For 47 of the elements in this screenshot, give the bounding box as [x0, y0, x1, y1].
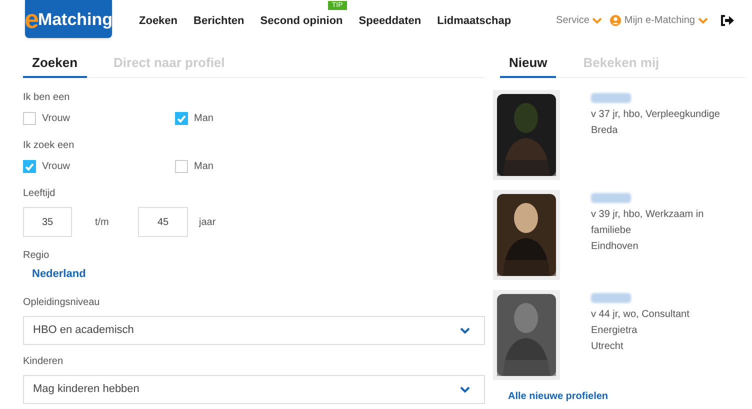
- checkbox[interactable]: [175, 160, 188, 173]
- tab[interactable]: Zoeken: [23, 53, 87, 78]
- logout-icon[interactable]: [721, 14, 734, 26]
- chevron-down-icon: [592, 16, 602, 24]
- checkbox[interactable]: [23, 112, 36, 125]
- nav-link[interactable]: Zoeken: [139, 15, 178, 27]
- nav-link[interactable]: Lidmaatschap: [437, 15, 512, 27]
- all-profiles-link[interactable]: Alle nieuwe profielen: [508, 389, 608, 404]
- region-link[interactable]: Nederland: [32, 266, 86, 282]
- profile-text: v 39 jr, hbo, Werkzaam in familiebe: [591, 208, 705, 238]
- checkbox-label: Vrouw: [42, 112, 70, 126]
- chevron-down-icon: [460, 326, 470, 334]
- logo[interactable]: eMatching: [25, 0, 112, 38]
- field-label: Ik ben een: [23, 91, 71, 105]
- checkbox[interactable]: [23, 160, 36, 173]
- profile-text: v 37 jr, hbo, Verpleegkundige: [591, 108, 721, 122]
- unit-label: jaar: [199, 216, 216, 230]
- profile-text: v 44 jr, wo, Consultant Energietra: [591, 308, 690, 338]
- checkbox[interactable]: [175, 112, 188, 125]
- nav-link[interactable]: Speeddaten: [358, 15, 422, 27]
- checkbox-label: Man: [194, 112, 214, 126]
- profile-text: Utrecht: [591, 340, 624, 354]
- profile-text: Breda: [591, 124, 619, 138]
- dropdown[interactable]: HBO en academisch: [23, 316, 485, 344]
- service-menu[interactable]: Service: [556, 12, 602, 28]
- blurred-name: [591, 193, 631, 203]
- field-label: Leeftijd: [23, 187, 56, 201]
- field-label: Ik zoek een: [23, 139, 76, 153]
- age-to-field[interactable]: 45: [138, 207, 188, 237]
- age-from-field[interactable]: 35: [23, 207, 72, 237]
- user-icon: [610, 14, 622, 26]
- blurred-name: [591, 93, 631, 103]
- range-separator: t/m: [95, 216, 110, 230]
- profile-text: Eindhoven: [591, 240, 640, 254]
- field-label: Regio: [23, 249, 50, 263]
- nav-link[interactable]: Second opinion: [260, 15, 343, 27]
- blurred-name: [591, 293, 631, 303]
- nav-link[interactable]: Berichten: [194, 15, 244, 27]
- chevron-down-icon: [460, 386, 470, 392]
- tab[interactable]: Nieuw: [500, 53, 556, 78]
- checkbox-label: Vrouw: [42, 160, 70, 174]
- account-menu[interactable]: Mijn e-Matching: [610, 12, 708, 28]
- dropdown[interactable]: Mag kinderen hebben: [23, 374, 485, 404]
- field-label: Kinderen: [23, 354, 64, 368]
- chevron-down-icon: [698, 16, 708, 24]
- checkbox-label: Man: [194, 160, 214, 174]
- field-label: Opleidingsniveau: [23, 296, 101, 310]
